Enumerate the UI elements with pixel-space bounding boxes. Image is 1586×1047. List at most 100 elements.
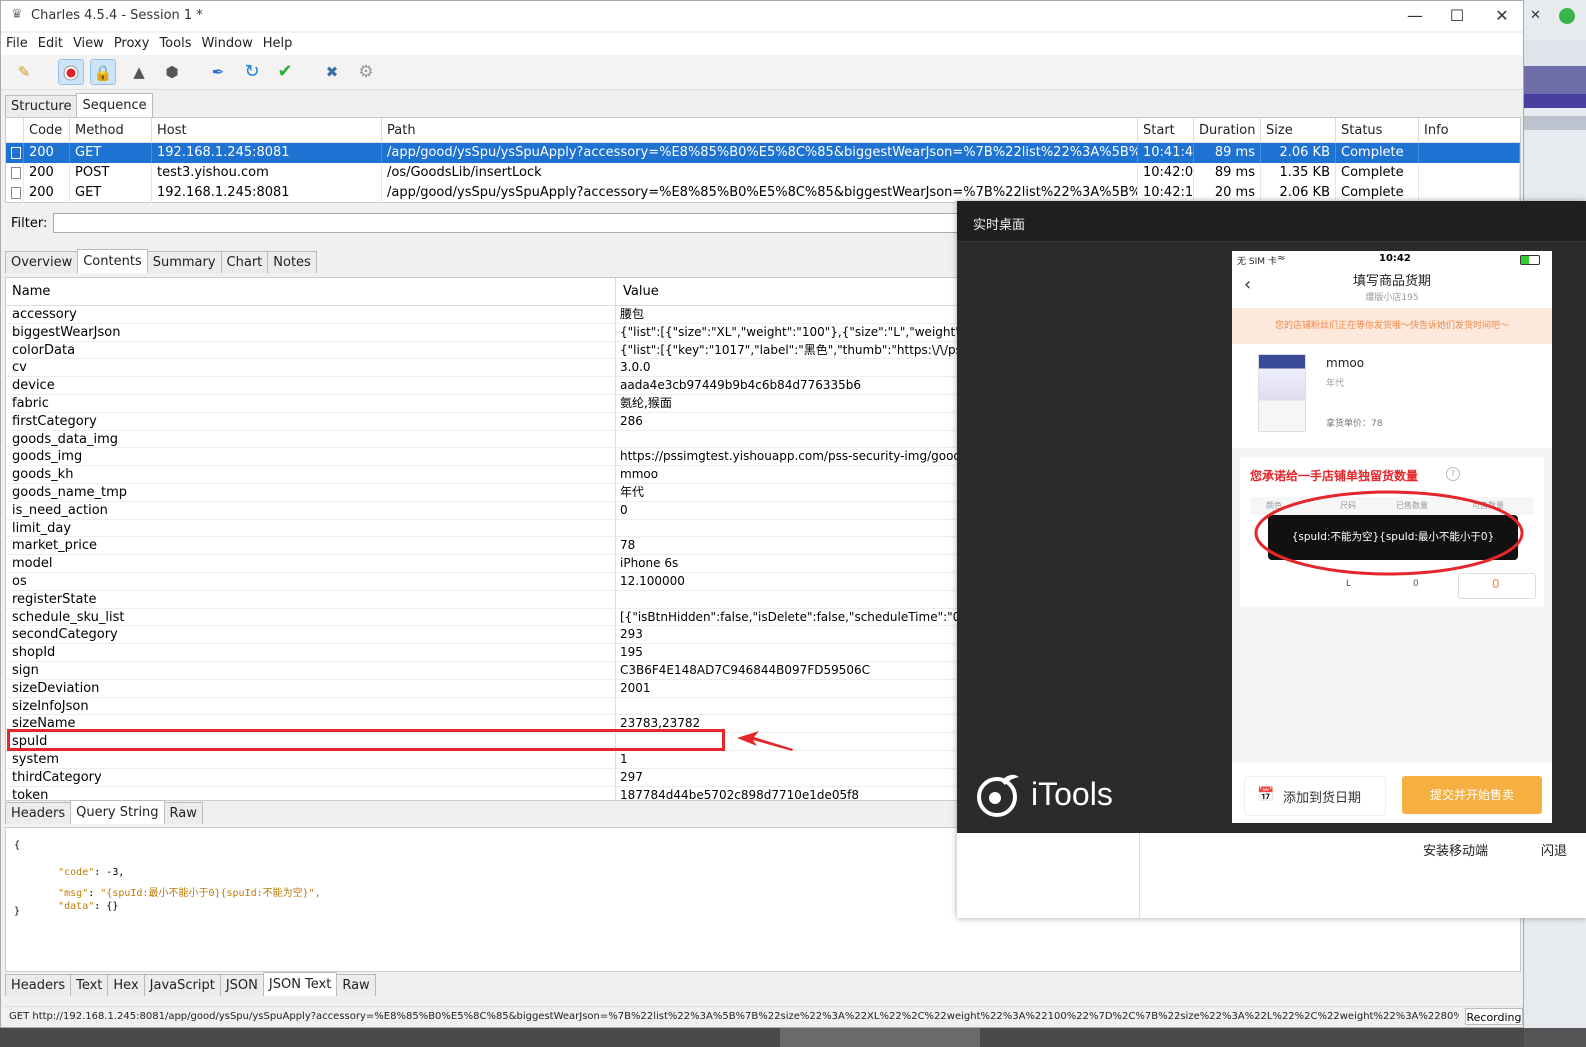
cell-host: test3.yishou.com xyxy=(152,163,382,183)
param-value: 2001 xyxy=(620,680,651,695)
param-row[interactable]: model iPhone 6s xyxy=(6,555,958,573)
param-row[interactable]: thirdCategory 297 xyxy=(6,769,958,787)
param-row[interactable]: os 12.100000 xyxy=(6,573,958,591)
param-row[interactable]: registerState xyxy=(6,591,958,609)
tab-response-raw[interactable]: Raw xyxy=(336,974,376,996)
table-row[interactable]: 200 GET 192.168.1.245:8081/app/good/ysSpu/… xyxy=(6,143,1520,163)
menu-view[interactable]: View xyxy=(68,33,109,51)
param-row[interactable]: secondCategory 293 xyxy=(6,626,958,645)
tab-javascript[interactable]: JavaScript xyxy=(143,974,221,996)
table-header-duration[interactable]: Duration xyxy=(1194,118,1261,142)
param-value: 187784d44be5702c898d7710e1de05f8 xyxy=(620,787,860,801)
json-open: { xyxy=(14,840,21,851)
settings-icon[interactable]: ⚙ xyxy=(353,59,379,85)
tab-overview[interactable]: Overview xyxy=(5,251,79,273)
cell-duration: 20 ms xyxy=(1194,183,1261,203)
throttle-icon[interactable]: ▲ xyxy=(126,59,152,85)
tab-request-raw[interactable]: Raw xyxy=(163,802,203,824)
tab-json[interactable]: JSON xyxy=(219,974,264,996)
tab-chart[interactable]: Chart xyxy=(220,251,269,273)
param-row[interactable]: is_need_action 0 xyxy=(6,502,958,520)
param-row[interactable]: goods_img https://pssimgtest.yishouapp.co… xyxy=(6,448,959,467)
param-name: cv xyxy=(12,360,27,376)
tab-hex[interactable]: Hex xyxy=(107,974,145,996)
param-row[interactable]: shopId 195 xyxy=(6,644,958,662)
spuid-highlight-box xyxy=(7,729,725,751)
param-row[interactable]: system 1 xyxy=(6,751,958,769)
close-button[interactable]: ✕ xyxy=(1482,5,1522,27)
table-header-start[interactable]: Start xyxy=(1138,118,1194,142)
param-row[interactable]: sizeDeviation 2001 xyxy=(6,680,958,698)
param-row[interactable]: cv 3.0.0 xyxy=(6,359,958,378)
maximize-button[interactable]: ☐ xyxy=(1437,5,1477,27)
help-icon[interactable]: ? xyxy=(1446,467,1460,481)
compose-icon[interactable]: ✒ xyxy=(205,59,231,85)
broom-icon[interactable]: ✎ xyxy=(11,59,37,85)
background-close-icon[interactable]: ✕ xyxy=(1530,8,1541,23)
param-row[interactable]: market_price 78 xyxy=(6,537,958,556)
tab-json-text[interactable]: JSON Text xyxy=(262,972,338,996)
table-header-path[interactable]: Path xyxy=(382,118,1138,142)
param-row[interactable]: sizeInfoJson xyxy=(6,698,958,716)
product-price: 拿货单价：78 xyxy=(1326,419,1383,429)
product-thumbnail[interactable] xyxy=(1258,354,1306,432)
minimize-button[interactable]: — xyxy=(1395,5,1435,27)
param-row[interactable]: colorData {"list":[{"key":"1017","label":… xyxy=(6,342,958,360)
recording-badge[interactable]: Recording xyxy=(1465,1008,1523,1025)
params-header-name[interactable]: Name xyxy=(12,284,50,299)
tab-structure[interactable]: Structure xyxy=(5,95,78,117)
menu-window[interactable]: Window xyxy=(196,33,257,51)
tab-query-string[interactable]: Query String xyxy=(70,800,165,824)
param-row[interactable]: biggestWearJson {"list":[{"size":"XL","we… xyxy=(6,324,958,342)
table-header-size[interactable]: Size xyxy=(1261,118,1336,142)
menu-proxy[interactable]: Proxy xyxy=(109,33,155,51)
params-header-value[interactable]: Value xyxy=(623,284,659,299)
param-row[interactable]: goods_name_tmp 年代 xyxy=(6,484,958,502)
param-row[interactable]: device aada4e3cb97449b9b4c6b84d776335b6 xyxy=(6,377,958,395)
cell-path: /app/good/ysSpu/ysSpuApply?accessory=%E8… xyxy=(382,143,1138,163)
table-header-code[interactable]: Code xyxy=(24,118,70,142)
table-header-status[interactable]: Status xyxy=(1336,118,1419,142)
tab-request-headers[interactable]: Headers xyxy=(5,802,72,824)
validate-icon[interactable]: ✔ xyxy=(272,59,298,85)
submit-sell-button[interactable]: 提交并开始售卖 xyxy=(1402,776,1542,814)
param-name: limit_day xyxy=(12,520,72,536)
param-row[interactable]: fabric 氨纶,猴面 xyxy=(6,395,958,413)
tab-text[interactable]: Text xyxy=(70,974,109,996)
param-name: shopId xyxy=(12,645,56,661)
add-date-button[interactable]: 📅 添加到货日期 xyxy=(1244,776,1386,816)
table-header-info[interactable]: Info xyxy=(1419,118,1520,142)
menu-file[interactable]: File xyxy=(1,33,33,51)
param-row[interactable]: token 187784d44be5702c898d7710e1de05f8 xyxy=(6,787,958,801)
menu-edit[interactable]: Edit xyxy=(33,33,68,51)
table-header-host[interactable]: Host xyxy=(152,118,382,142)
param-value: https://pssimgtest.yishouapp.com/pss-sec… xyxy=(620,449,959,464)
crash-link[interactable]: 闪退 xyxy=(1541,840,1567,859)
tab-sequence[interactable]: Sequence xyxy=(76,93,153,117)
param-row[interactable]: accessory 腰包 xyxy=(6,306,958,324)
param-row[interactable]: goods_data_img xyxy=(6,431,958,449)
record-icon[interactable] xyxy=(58,59,84,85)
breakpoint-icon[interactable]: ⬢ xyxy=(159,59,185,85)
tab-summary[interactable]: Summary xyxy=(146,251,222,273)
table-row[interactable]: 200 POST test3.yishou.com/os/GoodsLib/inse… xyxy=(6,163,1520,183)
menu-tools[interactable]: Tools xyxy=(154,33,196,51)
tools-icon[interactable]: ✖ xyxy=(319,59,345,85)
param-value: 腰包 xyxy=(620,307,645,321)
repeat-icon[interactable]: ↻ xyxy=(239,59,265,85)
param-row[interactable]: firstCategory 286 xyxy=(6,413,958,431)
param-row[interactable]: limit_day xyxy=(6,520,958,538)
tab-contents[interactable]: Contents xyxy=(77,249,148,273)
tab-notes[interactable]: Notes xyxy=(267,251,317,273)
param-value: 12.100000 xyxy=(620,574,685,588)
table-header-method[interactable]: Method xyxy=(70,118,152,142)
menu-help[interactable]: Help xyxy=(258,33,298,51)
tab-response-headers[interactable]: Headers xyxy=(5,974,72,996)
param-row[interactable]: schedule_sku_list [{"isBtnHidden":false,"… xyxy=(6,609,958,627)
table-row[interactable]: 200 GET 192.168.1.245:8081/app/good/ysSpu/… xyxy=(6,183,1520,203)
param-row[interactable]: goods_kh mmoo xyxy=(6,466,958,484)
install-mobile-link[interactable]: 安装移动端 xyxy=(1423,840,1488,859)
param-row[interactable]: sign C3B6F4E148AD7C946844B097FD59506C xyxy=(6,662,958,680)
filter-input[interactable] xyxy=(53,213,963,233)
ssl-proxy-icon[interactable]: 🔒 xyxy=(90,59,116,85)
